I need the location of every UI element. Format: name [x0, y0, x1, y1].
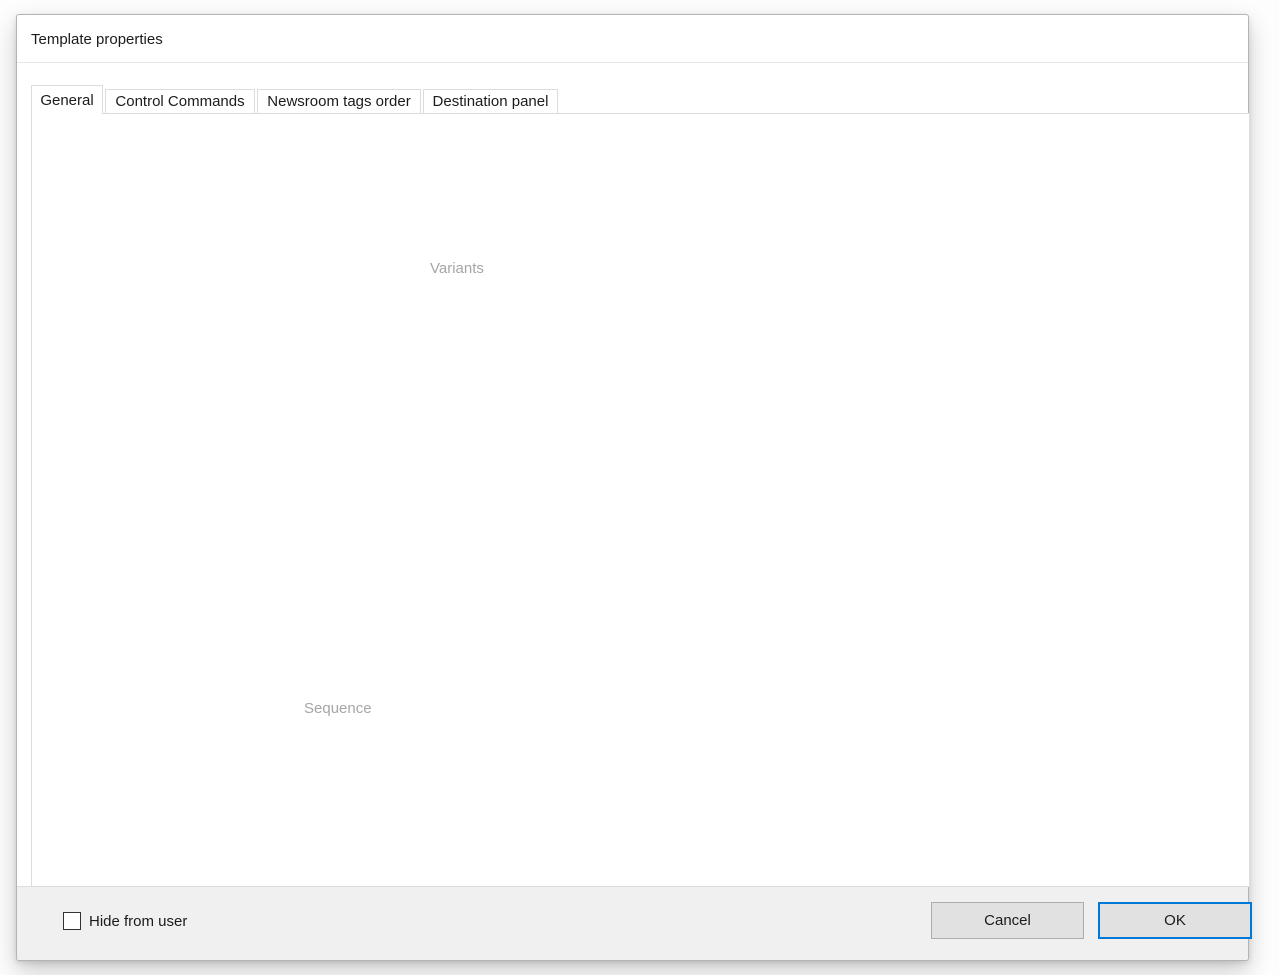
hide-from-user-label: Hide from user: [89, 913, 187, 931]
cancel-button[interactable]: Cancel: [931, 902, 1084, 939]
template-properties-dialog: Template properties General Control Comm…: [16, 14, 1249, 961]
ok-button[interactable]: OK: [1098, 902, 1252, 939]
variants-group-label: Variants: [425, 260, 489, 277]
tab-newsroom-tags-order[interactable]: Newsroom tags order: [257, 89, 421, 113]
hide-from-user-checkbox[interactable]: [63, 912, 81, 930]
tab-page-general: [31, 113, 1250, 887]
sequence-group-label: Sequence: [299, 700, 377, 717]
tab-general[interactable]: General: [31, 85, 103, 114]
title-bar: Template properties: [17, 15, 1248, 63]
dialog-title: Template properties: [31, 31, 163, 48]
tab-destination-panel[interactable]: Destination panel: [423, 89, 558, 113]
tab-control-commands[interactable]: Control Commands: [105, 89, 255, 113]
